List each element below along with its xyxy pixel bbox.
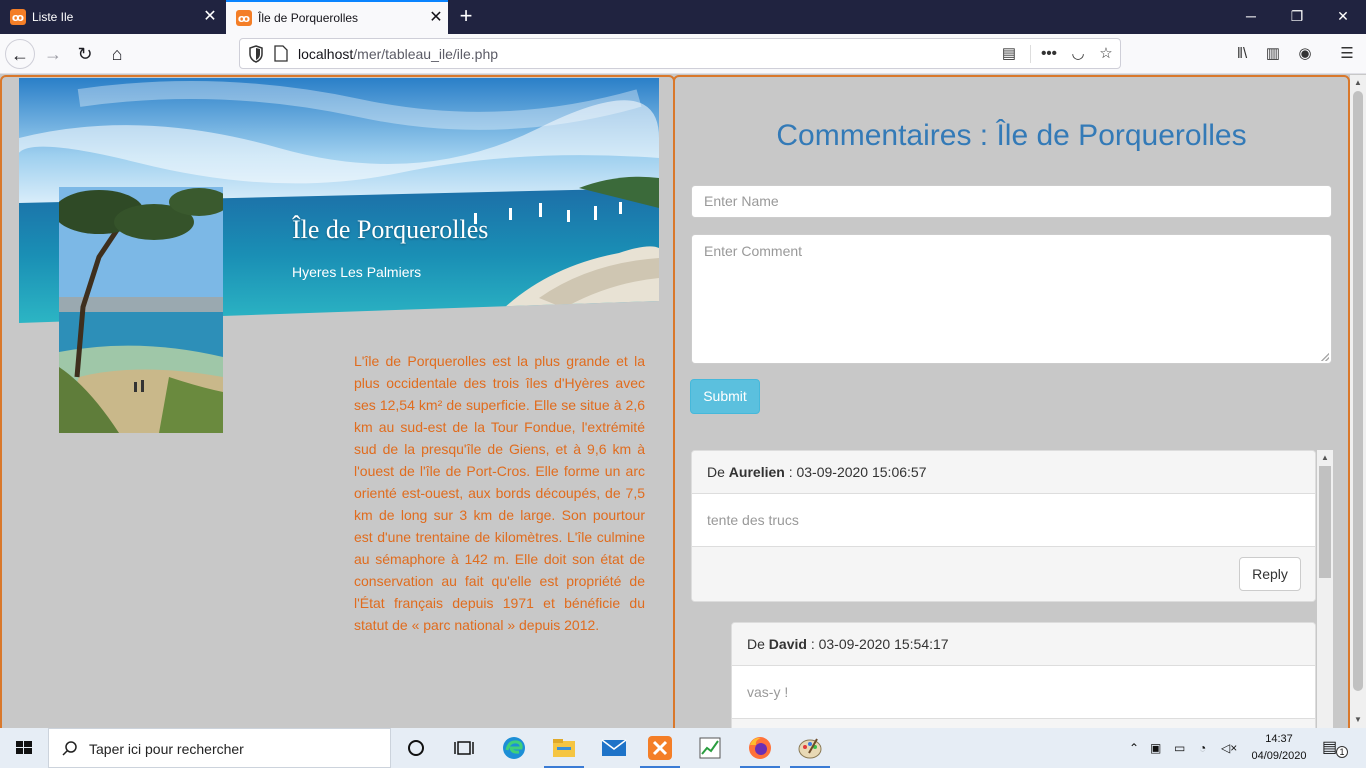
reload-icon[interactable]: ↻ xyxy=(70,39,100,69)
divider xyxy=(1030,45,1031,63)
taskbar-search-box[interactable]: Taper ici pour rechercher xyxy=(48,728,391,768)
task-manager-icon[interactable] xyxy=(686,728,734,768)
island-subtitle: Hyeres Les Palmiers xyxy=(292,264,422,280)
reader-view-icon[interactable]: ▤ xyxy=(998,43,1020,65)
page-scrollbar[interactable]: ▲ ▼ xyxy=(1350,75,1366,728)
close-tab-icon[interactable]: ✕ xyxy=(424,10,448,26)
back-arrow-icon[interactable]: ← xyxy=(5,39,35,69)
battery-icon[interactable]: ▭ xyxy=(1174,728,1192,768)
pocket-icon[interactable]: ◡ xyxy=(1067,43,1089,65)
forward-arrow-icon[interactable]: → xyxy=(38,39,68,69)
beach-photo xyxy=(59,187,223,433)
comment-item: De Aurelien : 03-09-2020 15:06:57 tente … xyxy=(691,450,1316,602)
paint-icon[interactable] xyxy=(786,728,834,768)
edge-icon[interactable] xyxy=(490,728,538,768)
url-text: localhost/mer/tableau_ile/ile.php xyxy=(298,46,498,62)
xampp-icon: ꝏ xyxy=(236,10,252,26)
start-button[interactable] xyxy=(0,728,48,768)
resize-grip-icon[interactable] xyxy=(1321,353,1329,361)
comment-body: vas-y ! xyxy=(732,666,1315,719)
tab-title: Liste Ile xyxy=(32,10,74,24)
navigation-toolbar: ← → ↻ ⌂ localhost/mer/tableau_ile/ile.ph… xyxy=(0,34,1366,74)
comment-list[interactable]: De Aurelien : 03-09-2020 15:06:57 tente … xyxy=(691,450,1333,728)
tab-liste-ile[interactable]: ꝏ Liste Ile ✕ xyxy=(0,0,222,34)
account-icon[interactable]: ◉ xyxy=(1294,43,1316,65)
file-explorer-icon[interactable] xyxy=(540,728,588,768)
menu-icon[interactable]: ☰ xyxy=(1336,43,1358,65)
browser-tab-bar: ꝏ Liste Ile ✕ ꝏ Île de Porquerolles ✕ + … xyxy=(0,0,1366,34)
sidebar-icon[interactable]: ▥ xyxy=(1262,43,1284,65)
submit-button[interactable]: Submit xyxy=(690,379,760,414)
comment-prefix: De xyxy=(747,636,765,652)
name-input[interactable]: Enter Name xyxy=(691,185,1332,218)
address-bar[interactable]: localhost/mer/tableau_ile/ile.php ▤ ••• … xyxy=(239,38,1121,69)
comment-body: tente des trucs xyxy=(692,494,1315,547)
comment-date: : 03-09-2020 15:06:57 xyxy=(788,464,927,480)
page-actions-icon[interactable]: ••• xyxy=(1038,43,1060,65)
tab-ile-de-porquerolles[interactable]: ꝏ Île de Porquerolles ✕ xyxy=(226,0,448,34)
comments-heading: Commentaires : Île de Porquerolles xyxy=(776,119,1247,152)
minimize-icon[interactable]: ─ xyxy=(1228,0,1274,34)
volume-muted-icon[interactable]: ◁× xyxy=(1221,728,1239,768)
cortana-icon[interactable] xyxy=(392,728,440,768)
clock-date: 04/09/2020 xyxy=(1251,750,1307,762)
close-window-icon[interactable]: ✕ xyxy=(1320,0,1366,34)
page-info-icon[interactable] xyxy=(274,45,288,62)
scroll-thumb[interactable] xyxy=(1319,466,1331,578)
comment-date: : 03-09-2020 15:54:17 xyxy=(810,636,949,652)
island-panel: Île de Porquerolles Hyeres Les Palmiers … xyxy=(0,75,675,728)
url-host: localhost xyxy=(298,46,354,62)
search-placeholder: Taper ici pour rechercher xyxy=(89,741,244,757)
close-tab-icon[interactable]: ✕ xyxy=(198,9,222,25)
restore-icon[interactable]: ❐ xyxy=(1274,0,1320,34)
scroll-up-icon[interactable]: ▲ xyxy=(1317,450,1333,466)
security-icon[interactable]: ▣ xyxy=(1150,728,1168,768)
comments-panel: Commentaires : Île de Porquerolles Enter… xyxy=(673,75,1350,728)
clock-time: 14:37 xyxy=(1265,733,1293,745)
mail-icon[interactable] xyxy=(590,728,638,768)
firefox-icon[interactable] xyxy=(736,728,784,768)
comment-prefix: De xyxy=(707,464,725,480)
comment-author: Aurelien xyxy=(728,464,785,480)
comment-item: De David : 03-09-2020 15:54:17 vas-y ! xyxy=(731,622,1316,728)
comment-footer xyxy=(732,719,1315,728)
search-icon xyxy=(62,741,77,756)
show-hidden-icons-icon[interactable]: ⌃ xyxy=(1126,728,1142,768)
comment-placeholder: Enter Comment xyxy=(704,243,803,259)
xampp-icon[interactable] xyxy=(636,728,684,768)
shield-icon[interactable] xyxy=(248,45,264,63)
comment-author: David xyxy=(768,636,807,652)
windows-logo-icon xyxy=(16,741,32,754)
system-clock[interactable]: 14:37 04/09/2020 xyxy=(1244,731,1314,765)
comment-header: De Aurelien : 03-09-2020 15:06:57 xyxy=(692,451,1315,494)
task-view-icon[interactable] xyxy=(440,728,488,768)
library-icon[interactable]: ‖\ xyxy=(1231,43,1253,65)
island-title: Île de Porquerolles xyxy=(292,215,489,244)
comment-textarea[interactable]: Enter Comment xyxy=(691,234,1332,364)
island-description: L'île de Porquerolles est la plus grande… xyxy=(354,353,645,633)
notifications-icon[interactable]: ▤ 1 xyxy=(1322,728,1352,768)
home-icon[interactable]: ⌂ xyxy=(102,39,132,69)
notification-count: 1 xyxy=(1336,746,1348,758)
bookmark-star-icon[interactable]: ☆ xyxy=(1095,43,1117,65)
comment-list-scrollbar[interactable]: ▲ xyxy=(1317,450,1333,728)
wifi-icon[interactable]: ◔ xyxy=(1199,728,1217,768)
comment-footer: Reply xyxy=(692,547,1315,601)
reply-button[interactable]: Reply xyxy=(1239,557,1301,591)
windows-taskbar: Taper ici pour rechercher ⌃ ▣ ▭ ◔ ◁× 14:… xyxy=(0,728,1366,768)
scroll-thumb[interactable] xyxy=(1353,91,1363,691)
new-tab-icon[interactable]: + xyxy=(454,5,478,29)
xampp-icon: ꝏ xyxy=(10,9,26,25)
scroll-up-icon[interactable]: ▲ xyxy=(1350,75,1366,91)
page-viewport: Île de Porquerolles Hyeres Les Palmiers … xyxy=(0,75,1350,728)
comment-header: De David : 03-09-2020 15:54:17 xyxy=(732,623,1315,666)
tab-title: Île de Porquerolles xyxy=(258,11,359,25)
scroll-down-icon[interactable]: ▼ xyxy=(1350,712,1366,728)
url-path: /mer/tableau_ile/ile.php xyxy=(353,46,499,62)
